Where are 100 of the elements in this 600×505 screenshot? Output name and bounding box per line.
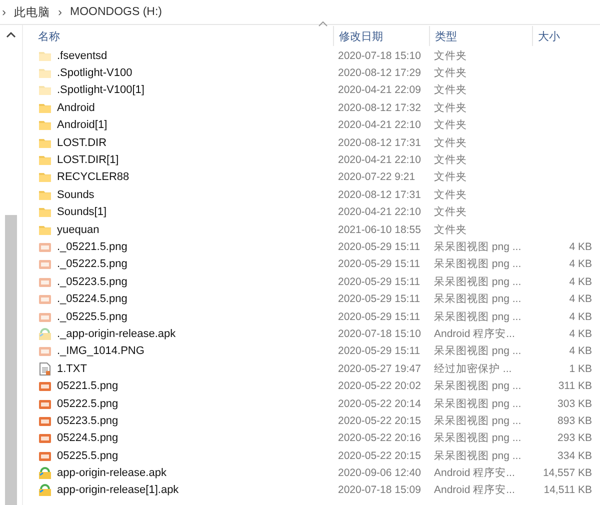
breadcrumb-item[interactable]: 此电脑 xyxy=(14,4,50,20)
file-name[interactable]: 05222.5.png xyxy=(57,398,118,410)
modified-date: 2020-07-22 9:21 xyxy=(337,171,416,184)
file-size: 4 KB xyxy=(568,258,592,270)
file-size: 4 KB xyxy=(568,240,592,253)
file-size: 1 KB xyxy=(568,362,592,375)
file-name[interactable]: 05224.5.png xyxy=(57,432,118,444)
file-name[interactable]: 05225.5.png xyxy=(57,450,118,462)
modified-date: 2020-05-22 20:14 xyxy=(337,398,422,410)
file-type: 呆呆图视图 png ... xyxy=(433,414,522,428)
file-size: 4 KB xyxy=(568,293,592,306)
file-size: 14,511 KB xyxy=(542,484,592,496)
file-type: 呆呆图视图 png ... xyxy=(433,274,522,289)
breadcrumb-item[interactable]: MOONDOGS (H:) xyxy=(70,6,162,18)
file-name[interactable]: .Spotlight-V100 xyxy=(57,67,132,80)
column-header[interactable]: 修改日期 xyxy=(333,26,429,46)
file-type: 经过加密保护 ... xyxy=(433,362,513,376)
file-name[interactable]: 05221.5.png xyxy=(57,380,118,392)
file-type: 文件夹 xyxy=(433,48,468,63)
modified-date: 2020-08-12 17:31 xyxy=(337,188,422,201)
modified-date: 2020-05-22 20:15 xyxy=(337,450,422,462)
file-type: 文件夹 xyxy=(433,100,468,115)
sort-caret-icon xyxy=(318,21,328,27)
modified-date: 2020-04-21 22:10 xyxy=(337,154,422,166)
file-type: 文件夹 xyxy=(433,83,468,98)
file-name[interactable]: RECYCLER88 xyxy=(57,171,130,184)
file-type: 呆呆图视图 png ... xyxy=(433,396,522,410)
column-header[interactable]: 类型 xyxy=(429,26,532,46)
file-name[interactable]: app-origin-release[1].apk xyxy=(57,484,179,496)
file-name[interactable]: ._05224.5.png xyxy=(57,293,128,306)
file-type: 呆呆图视图 png ... xyxy=(433,240,522,254)
file-type: 呆呆图视图 png ... xyxy=(433,292,522,306)
file-size: 303 KB xyxy=(556,398,592,410)
file-type: 文件夹 xyxy=(433,170,468,184)
modified-date: 2020-05-22 20:02 xyxy=(337,380,422,392)
file-name[interactable]: ._app-origin-release.apk xyxy=(57,328,176,340)
modified-date: 2020-08-12 17:32 xyxy=(337,102,422,114)
file-type: 呆呆图视图 png ... xyxy=(433,257,522,272)
modified-date: 2020-05-27 19:47 xyxy=(337,362,422,375)
modified-date: 2020-05-29 15:11 xyxy=(337,240,422,253)
column-header[interactable]: 大小 xyxy=(532,26,592,46)
file-name[interactable]: Android xyxy=(57,102,95,114)
file-type: 文件夹 xyxy=(433,118,468,132)
modified-date: 2020-05-29 15:11 xyxy=(337,258,422,270)
modified-date: 2020-08-12 17:29 xyxy=(337,67,422,80)
file-type: 呆呆图视图 png ... xyxy=(433,344,522,358)
modified-date: 2020-05-29 15:11 xyxy=(337,293,422,306)
file-name[interactable]: ._05222.5.png xyxy=(57,258,128,270)
file-size: 893 KB xyxy=(556,414,592,427)
file-size: 4 KB xyxy=(568,345,592,358)
modified-date: 2020-07-18 15:10 xyxy=(337,50,422,62)
file-type: 文件夹 xyxy=(433,66,468,80)
chevron-icon: › xyxy=(58,5,62,19)
scrollbar-thumb[interactable] xyxy=(5,215,17,505)
file-type: 文件夹 xyxy=(433,153,468,168)
modified-date: 2020-09-06 12:40 xyxy=(337,467,422,480)
file-type: 呆呆图视图 png ... xyxy=(433,448,522,463)
modified-date: 2020-04-21 22:10 xyxy=(337,206,422,218)
file-name[interactable]: .fseventsd xyxy=(57,50,108,62)
modified-date: 2020-05-29 15:11 xyxy=(337,310,422,323)
file-name[interactable]: LOST.DIR xyxy=(57,136,107,149)
modified-date: 2020-05-29 15:11 xyxy=(337,276,422,288)
file-type: Android 程序安... xyxy=(433,466,516,480)
file-size: 4 KB xyxy=(568,328,592,340)
file-size: 4 KB xyxy=(568,276,592,288)
file-name[interactable]: ._05221.5.png xyxy=(57,240,128,253)
file-type: 呆呆图视图 png ... xyxy=(433,379,522,394)
file-name[interactable]: 05223.5.png xyxy=(57,414,118,427)
modified-date: 2021-06-10 18:55 xyxy=(337,224,422,236)
file-name[interactable]: LOST.DIR[1] xyxy=(57,154,119,166)
modified-date: 2020-04-21 22:10 xyxy=(337,119,422,132)
file-name[interactable]: ._IMG_1014.PNG xyxy=(57,345,144,358)
file-name[interactable]: app-origin-release.apk xyxy=(57,467,166,480)
file-name[interactable]: 1.TXT xyxy=(57,362,87,375)
file-name[interactable]: ._05225.5.png xyxy=(57,310,128,323)
file-type: 文件夹 xyxy=(433,222,468,237)
file-type: Android 程序安... xyxy=(433,483,516,498)
file-name[interactable]: Sounds[1] xyxy=(57,206,107,218)
file-size: 293 KB xyxy=(556,432,592,444)
file-name[interactable]: yuequan xyxy=(57,224,100,236)
file-type: 文件夹 xyxy=(433,188,468,202)
file-name[interactable]: Sounds xyxy=(57,188,94,201)
modified-date: 2020-05-22 20:15 xyxy=(337,414,422,427)
file-name[interactable]: ._05223.5.png xyxy=(57,276,128,288)
modified-date: 2020-05-29 15:11 xyxy=(337,345,422,358)
file-type: Android 程序安... xyxy=(433,326,516,341)
modified-date: 2020-07-18 15:09 xyxy=(337,484,422,496)
file-type: 文件夹 xyxy=(433,205,468,220)
modified-date: 2020-08-12 17:31 xyxy=(337,136,422,149)
file-type: 呆呆图视图 png ... xyxy=(433,431,522,446)
modified-date: 2020-07-18 15:10 xyxy=(337,328,422,340)
file-type: 文件夹 xyxy=(433,136,468,150)
file-name[interactable]: .Spotlight-V100[1] xyxy=(57,84,144,96)
file-size: 311 KB xyxy=(557,380,592,392)
column-header[interactable]: 名称 xyxy=(33,26,333,46)
file-name[interactable]: Android[1] xyxy=(57,119,108,132)
file-type: 呆呆图视图 png ... xyxy=(433,310,522,324)
file-size: 14,557 KB xyxy=(542,467,592,480)
file-size: 4 KB xyxy=(568,310,592,323)
file-size: 334 KB xyxy=(556,450,592,462)
